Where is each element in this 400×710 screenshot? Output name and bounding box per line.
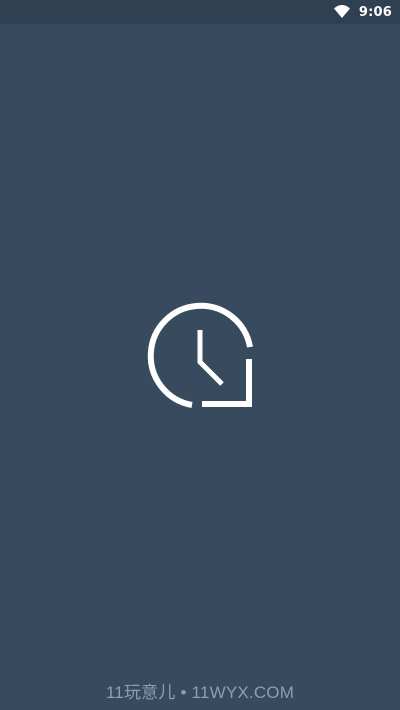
- status-time: 9:06: [358, 4, 392, 20]
- app-logo: [147, 302, 253, 408]
- status-bar: 9:06: [0, 0, 400, 24]
- status-right: 9:06: [333, 0, 392, 24]
- clock-icon: [147, 302, 253, 408]
- wifi-icon: [333, 5, 350, 18]
- watermark-text: 11玩意儿 • 11WYX.COM: [105, 683, 295, 702]
